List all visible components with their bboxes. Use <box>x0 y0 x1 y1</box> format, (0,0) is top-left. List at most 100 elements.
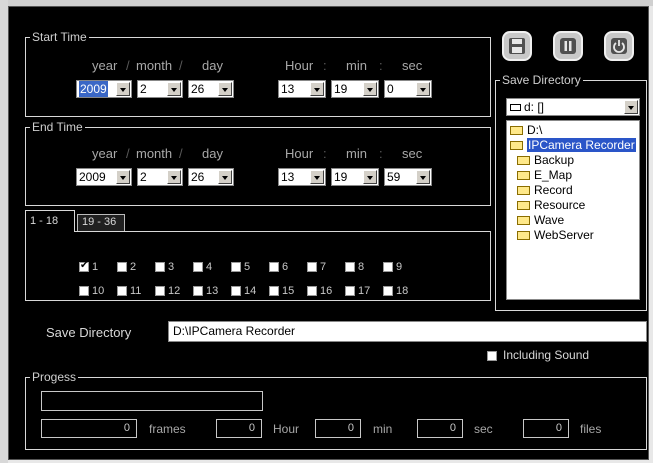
end-min-select[interactable]: 19 <box>331 168 379 186</box>
recorder-search-dialog: Start Time year / month / day Hour : min… <box>8 6 649 460</box>
save-directory-path[interactable]: D:\IPCamera Recorder <box>168 321 647 342</box>
start-sec-value: 0 <box>387 82 394 96</box>
start-year-select[interactable]: 2009 <box>76 80 132 98</box>
channel-checkbox-10[interactable] <box>79 286 89 296</box>
channel-label-12: 12 <box>168 285 181 297</box>
chevron-down-icon[interactable] <box>116 170 130 184</box>
start-sec-header: sec <box>402 58 423 73</box>
start-day-header: day <box>202 58 223 73</box>
channel-checkbox-18[interactable] <box>383 286 393 296</box>
tree-item-backup[interactable]: Backup <box>517 153 574 167</box>
tree-item-d[interactable]: D:\ <box>510 123 542 137</box>
end-sec-select[interactable]: 59 <box>384 168 432 186</box>
chevron-down-icon[interactable] <box>416 170 430 184</box>
chevron-down-icon[interactable] <box>624 100 638 114</box>
window-left-edge <box>0 0 8 463</box>
chevron-down-icon[interactable] <box>167 82 181 96</box>
start-day-value: 26 <box>191 82 205 96</box>
chevron-down-icon[interactable] <box>363 170 377 184</box>
chevron-down-icon[interactable] <box>310 170 324 184</box>
tree-item-label: Resource <box>534 198 586 212</box>
channel-label-9: 9 <box>396 261 403 273</box>
progress-title: Progess <box>30 370 79 384</box>
including-sound-label: Including Sound <box>503 348 590 362</box>
save-directory-group: Save Directory d: [] D:\ IPCamera Recorde… <box>495 73 647 311</box>
end-year-header: year <box>92 146 118 161</box>
channel-checkbox-2[interactable] <box>117 262 127 272</box>
drive-icon <box>510 104 521 111</box>
chevron-down-icon[interactable] <box>167 170 181 184</box>
channel-checkbox-11[interactable] <box>117 286 127 296</box>
chevron-down-icon[interactable] <box>416 82 430 96</box>
channel-label-5: 5 <box>244 261 251 273</box>
min-label: min <box>373 422 393 436</box>
end-year-value: 2009 <box>79 170 106 184</box>
chevron-down-icon[interactable] <box>363 82 377 96</box>
tree-item-record[interactable]: Record <box>517 183 573 197</box>
tree-item-wave[interactable]: Wave <box>517 213 564 227</box>
frames-label: frames <box>149 422 186 436</box>
start-day-select[interactable]: 26 <box>188 80 234 98</box>
channel-checkbox-5[interactable] <box>231 262 241 272</box>
tab-channels-1-18[interactable]: 1 - 18 <box>25 210 75 232</box>
tree-item-label: IPCamera Recorder <box>527 138 636 152</box>
channel-checkbox-16[interactable] <box>307 286 317 296</box>
end-month-value: 2 <box>140 170 147 184</box>
tab-channels-19-36[interactable]: 19 - 36 <box>77 214 125 231</box>
chevron-down-icon[interactable] <box>116 82 130 96</box>
folder-icon <box>517 186 530 195</box>
channel-label-3: 3 <box>168 261 175 273</box>
channel-checkbox-14[interactable] <box>231 286 241 296</box>
channel-checkbox-1[interactable] <box>79 260 89 272</box>
channel-label-7: 7 <box>320 261 327 273</box>
hour-label: Hour <box>273 422 300 436</box>
start-time-separator-2: : <box>379 58 383 73</box>
start-min-select[interactable]: 19 <box>331 80 379 98</box>
channel-checkbox-9[interactable] <box>383 262 393 272</box>
pause-button[interactable] <box>553 31 583 61</box>
start-year-header: year <box>92 58 118 73</box>
save-directory-panel-title: Save Directory <box>500 73 583 87</box>
channel-checkbox-7[interactable] <box>307 262 317 272</box>
start-sec-select[interactable]: 0 <box>384 80 432 98</box>
channel-checkbox-4[interactable] <box>193 262 203 272</box>
channel-checkbox-13[interactable] <box>193 286 203 296</box>
end-day-select[interactable]: 26 <box>188 168 234 186</box>
tree-item-label: Record <box>534 183 573 197</box>
directory-tree: D:\ IPCamera Recorder Backup E_Map Record Res… <box>506 120 640 300</box>
tree-item-e-map[interactable]: E_Map <box>517 168 572 182</box>
files-label: files <box>580 422 602 436</box>
chevron-down-icon[interactable] <box>310 82 324 96</box>
channel-label-10: 10 <box>92 285 105 297</box>
files-count: 0 <box>523 419 569 438</box>
channel-checkbox-17[interactable] <box>345 286 355 296</box>
including-sound-checkbox[interactable] <box>487 351 497 361</box>
folder-icon <box>517 171 530 180</box>
save-directory-label: Save Directory <box>46 325 132 340</box>
start-hour-select[interactable]: 13 <box>278 80 326 98</box>
power-button[interactable] <box>604 31 634 61</box>
end-year-select[interactable]: 2009 <box>76 168 132 186</box>
channel-checkbox-6[interactable] <box>269 262 279 272</box>
end-hour-select[interactable]: 13 <box>278 168 326 186</box>
channel-checkbox-8[interactable] <box>345 262 355 272</box>
tree-item-webserver[interactable]: WebServer <box>517 228 594 242</box>
channel-checkbox-15[interactable] <box>269 286 279 296</box>
progress-group: Progess 0 frames 0 Hour 0 min 0 sec 0 fi… <box>25 370 647 450</box>
start-month-select[interactable]: 2 <box>137 80 183 98</box>
end-month-select[interactable]: 2 <box>137 168 183 186</box>
end-hour-value: 13 <box>281 170 295 184</box>
tree-item-resource[interactable]: Resource <box>517 198 585 212</box>
sec-count: 0 <box>417 419 463 438</box>
channel-label-4: 4 <box>206 261 213 273</box>
chevron-down-icon[interactable] <box>218 82 232 96</box>
chevron-down-icon[interactable] <box>218 170 232 184</box>
start-date-separator-1: / <box>126 58 130 73</box>
channel-checkbox-3[interactable] <box>155 262 165 272</box>
drive-select[interactable]: d: [] <box>506 98 640 116</box>
save-button[interactable] <box>502 31 532 61</box>
end-min-value: 19 <box>334 170 348 184</box>
tree-item-ipcamera-recorder[interactable]: IPCamera Recorder <box>510 138 636 152</box>
channel-checkbox-12[interactable] <box>155 286 165 296</box>
start-year-value: 2009 <box>79 81 108 97</box>
